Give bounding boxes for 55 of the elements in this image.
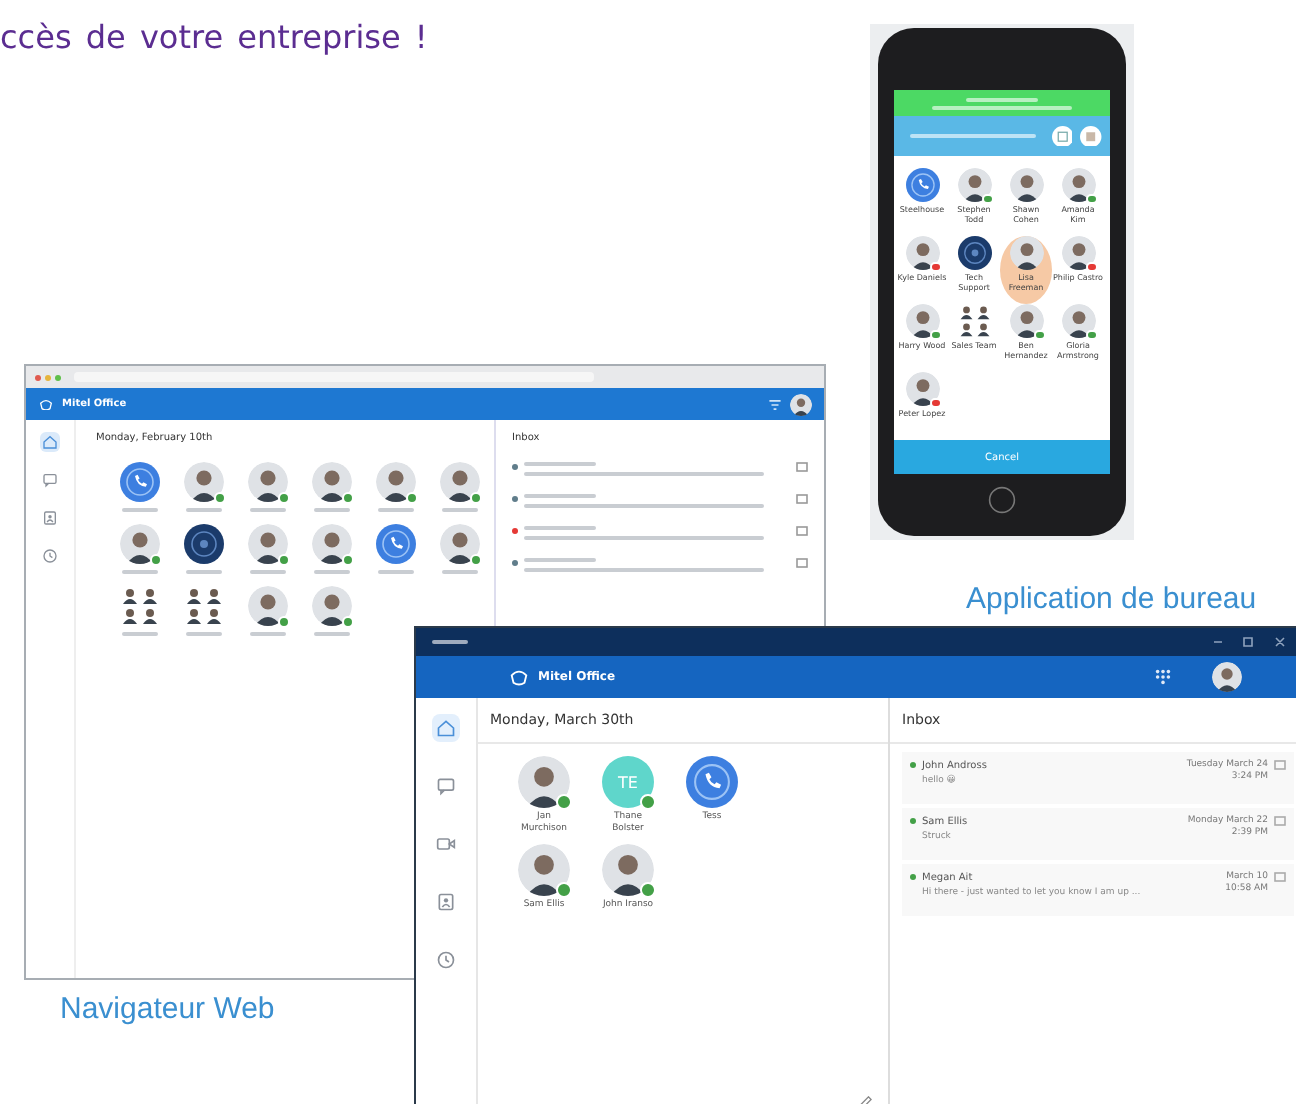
message-icon[interactable]: [796, 558, 808, 568]
person-avatar[interactable]: [1061, 304, 1095, 338]
person-avatar[interactable]: [905, 372, 939, 406]
message-icon[interactable]: [796, 462, 808, 472]
person-avatar[interactable]: [1212, 662, 1242, 692]
team-avatar[interactable]: [957, 236, 991, 270]
person-avatar[interactable]: [248, 586, 288, 626]
person-avatar[interactable]: [1009, 168, 1043, 202]
person-avatar[interactable]: [1061, 168, 1095, 202]
person-avatar[interactable]: [1009, 304, 1043, 338]
person-avatar[interactable]: [440, 524, 480, 564]
dialpad-icon[interactable]: [1154, 668, 1172, 686]
team-avatar[interactable]: [184, 524, 224, 564]
message-icon[interactable]: [796, 494, 808, 504]
window-controls-icon[interactable]: [1210, 636, 1290, 648]
person-avatar[interactable]: [120, 524, 160, 564]
group-avatar[interactable]: [184, 586, 224, 626]
phone-avatar[interactable]: [686, 756, 738, 808]
message-icon[interactable]: [796, 526, 808, 536]
person-avatar[interactable]: [312, 462, 352, 502]
person-avatar[interactable]: [312, 586, 352, 626]
person-avatar[interactable]: [518, 843, 570, 896]
person-avatar[interactable]: [1009, 236, 1043, 270]
window-controls-icon[interactable]: [34, 373, 62, 381]
person-avatar[interactable]: [905, 304, 939, 338]
person-avatar[interactable]: [905, 236, 939, 270]
person-avatar[interactable]: [248, 524, 288, 564]
person-avatar[interactable]: [440, 462, 480, 502]
dialpad-button-icon[interactable]: [1051, 125, 1073, 147]
person-avatar[interactable]: [248, 462, 288, 502]
logo-icon: [508, 667, 530, 687]
contacts-button-icon[interactable]: [1080, 125, 1102, 147]
group-avatar[interactable]: [120, 586, 160, 626]
person-avatar[interactable]: [518, 756, 570, 808]
message-icon[interactable]: [1274, 816, 1286, 826]
phone-avatar[interactable]: [905, 168, 939, 202]
caption-text: Navigateur Web: [60, 992, 275, 1026]
group-avatar[interactable]: [957, 304, 991, 338]
person-avatar[interactable]: [1061, 236, 1095, 270]
search-bar[interactable]: [894, 116, 1110, 156]
person-avatar[interactable]: [184, 462, 224, 502]
filter-icon[interactable]: [768, 397, 782, 411]
person-avatar[interactable]: [376, 462, 416, 502]
message-icon[interactable]: [1274, 760, 1286, 770]
heading-text: ccès de votre entreprise !: [0, 18, 428, 56]
message-icon[interactable]: [1274, 872, 1286, 882]
phone-avatar[interactable]: [376, 524, 416, 564]
person-avatar[interactable]: [790, 393, 812, 415]
person-avatar[interactable]: [312, 524, 352, 564]
home-button-icon[interactable]: [988, 486, 1016, 514]
person-avatar[interactable]: [957, 168, 991, 202]
phone-avatar[interactable]: [120, 462, 160, 502]
logo-icon: [38, 397, 54, 411]
person-avatar[interactable]: [602, 843, 654, 896]
caption-text: Application de bureau: [966, 582, 1257, 616]
